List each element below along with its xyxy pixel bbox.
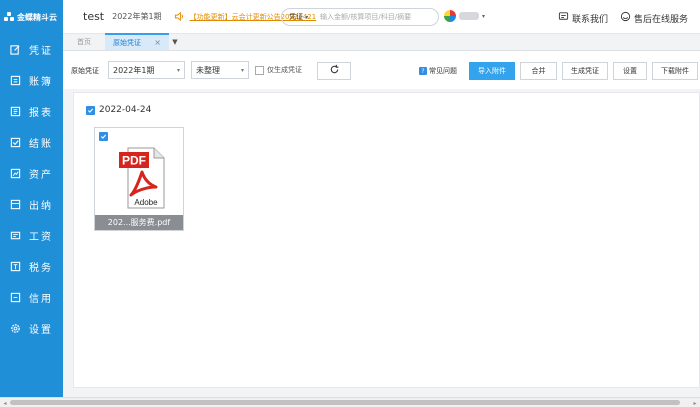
scroll-right-icon[interactable]: ▸	[691, 399, 699, 407]
scroll-left-icon[interactable]: ◂	[1, 399, 9, 407]
sidebar-item-ledger[interactable]: 账簿	[0, 65, 63, 96]
sidebar-item-settings[interactable]: 设置	[0, 313, 63, 344]
chevron-down-icon: ▾	[305, 14, 309, 21]
date-group-label: 2022-04-24	[99, 105, 152, 115]
sidebar-item-label: 出纳	[29, 201, 53, 212]
sidebar-item-salary[interactable]: 工资	[0, 220, 63, 251]
pdf-file-icon: PDF Adobe	[119, 147, 165, 209]
logo-text: 金蝶精斗云	[17, 12, 57, 22]
sidebar-item-label: 账簿	[29, 77, 53, 88]
asset-icon	[10, 168, 21, 179]
avatar	[444, 10, 456, 22]
user-menu[interactable]: ▾	[444, 10, 485, 22]
speaker-icon	[174, 11, 186, 23]
horizontal-scrollbar[interactable]: ◂ ▸	[0, 397, 700, 407]
headset-icon	[620, 11, 631, 25]
refresh-icon	[329, 64, 340, 78]
scrollbar-thumb[interactable]	[10, 400, 680, 405]
import-attachment-button[interactable]: 导入附件	[469, 62, 515, 80]
help-icon: ?	[419, 67, 427, 75]
sidebar-item-cashier[interactable]: 出纳	[0, 189, 63, 220]
caret-down-icon: ▼	[172, 37, 178, 46]
faq-link[interactable]: ? 常见问题	[419, 66, 457, 76]
file-checkbox[interactable]	[99, 132, 108, 141]
tab-home[interactable]: 首页	[63, 33, 105, 50]
tab-bar: 首页 原始凭证 × ▼	[63, 33, 700, 51]
only-generated-checkbox[interactable]: 仅生成凭证	[255, 65, 302, 75]
cashier-icon	[10, 199, 21, 210]
sidebar-item-tax[interactable]: 税务	[0, 251, 63, 282]
app-logo[interactable]: 金蝶精斗云	[0, 0, 63, 34]
credit-icon	[10, 292, 21, 303]
search-input[interactable]: 输入金额/核算项目/科目/摘要	[320, 12, 411, 22]
close-icon[interactable]: ×	[154, 38, 161, 47]
file-card[interactable]: PDF Adobe 202...服务费.pdf	[94, 127, 184, 231]
sidebar-item-label: 税务	[29, 263, 53, 274]
merge-button[interactable]: 合并	[520, 62, 557, 80]
tax-icon	[10, 261, 21, 272]
sidebar-nav: 凭证 账簿 报表 结账 资产 出纳 工资 税务 信用 设置	[0, 34, 63, 344]
sidebar-item-report[interactable]: 报表	[0, 96, 63, 127]
checkout-icon	[10, 137, 21, 148]
tabs-dropdown-button[interactable]: ▼	[169, 33, 181, 50]
settings-button[interactable]: 设置	[613, 62, 647, 80]
contact-us-button[interactable]: 联系我们	[558, 11, 608, 25]
sidebar-item-label: 报表	[29, 108, 53, 119]
adobe-label: Adobe	[134, 198, 158, 207]
edit-icon	[10, 44, 21, 55]
generate-voucher-button[interactable]: 生成凭证	[562, 62, 608, 80]
checkbox[interactable]	[255, 65, 264, 75]
search-type-select[interactable]: 凭证 ▾	[282, 12, 314, 22]
book-icon	[10, 75, 21, 86]
report-icon	[10, 106, 21, 117]
chevron-down-icon: ▾	[176, 66, 180, 74]
sidebar-item-label: 资产	[29, 170, 53, 181]
sidebar-item-label: 结账	[29, 139, 53, 150]
file-name: 202...服务费.pdf	[95, 215, 183, 230]
sidebar-item-asset[interactable]: 资产	[0, 158, 63, 189]
toolbar: 原始凭证 2022年1期 ▾ 未整理 ▾ 仅生成凭证 ? 常见问题 导入附件 合并 …	[63, 51, 700, 89]
logo-icon	[4, 12, 14, 22]
company-name[interactable]: test	[83, 10, 104, 23]
chat-icon	[558, 11, 569, 25]
period-select[interactable]: 2022年1期 ▾	[108, 61, 185, 79]
attachment-panel: 2022-04-24 PDF Adobe 202...服务费.pdf	[73, 92, 700, 388]
tab-original-voucher[interactable]: 原始凭证 ×	[105, 33, 169, 50]
search-box[interactable]: 凭证 ▾ 输入金额/核算项目/科目/摘要	[281, 8, 439, 26]
toolbar-label: 原始凭证	[71, 67, 99, 75]
date-group-header[interactable]: 2022-04-24	[86, 105, 151, 115]
sidebar-item-label: 信用	[29, 294, 53, 305]
status-select[interactable]: 未整理 ▾	[191, 61, 249, 79]
user-name-masked	[459, 12, 479, 20]
pdf-label: PDF	[122, 154, 146, 168]
chevron-down-icon: ▾	[482, 12, 486, 20]
sidebar-item-voucher[interactable]: 凭证	[0, 34, 63, 65]
refresh-button[interactable]	[317, 62, 351, 80]
sidebar: 金蝶精斗云 凭证 账簿 报表 结账 资产 出纳 工资 税务 信用 设置	[0, 0, 63, 397]
salary-icon	[10, 230, 21, 241]
sidebar-item-label: 设置	[29, 325, 53, 336]
gear-icon	[10, 323, 21, 334]
sidebar-item-checkout[interactable]: 结账	[0, 127, 63, 158]
after-sales-service-button[interactable]: 售后在线服务	[620, 11, 688, 25]
download-attachment-button[interactable]: 下载附件	[652, 62, 698, 80]
chevron-down-icon: ▾	[240, 66, 244, 74]
date-group-checkbox[interactable]	[86, 105, 95, 115]
sidebar-item-credit[interactable]: 信用	[0, 282, 63, 313]
sidebar-item-label: 工资	[29, 232, 53, 243]
sidebar-item-label: 凭证	[29, 46, 53, 57]
current-period: 2022年第1期	[112, 12, 162, 21]
